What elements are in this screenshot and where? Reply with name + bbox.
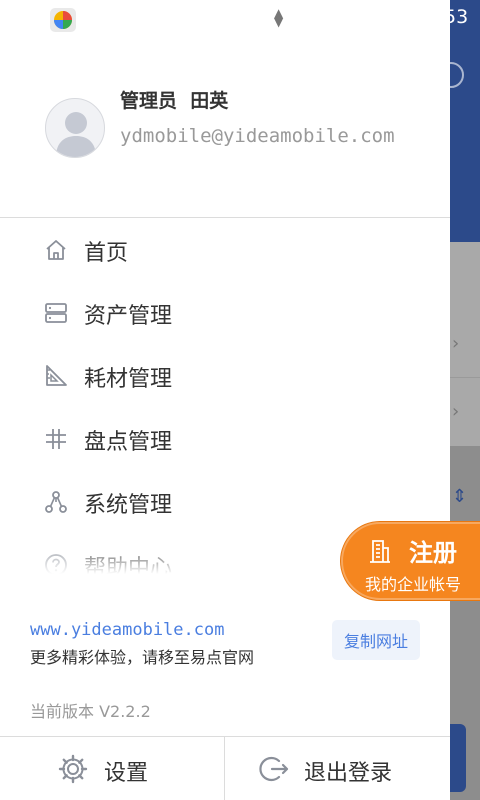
logout-button[interactable]: 退出登录 [225, 737, 450, 800]
menu-item-label: 帮助中心 [84, 556, 173, 574]
chevron-right-icon: › [452, 333, 460, 354]
chevron-right-icon: › [452, 401, 460, 422]
settings-label: 设置 [104, 761, 149, 786]
menu-item-consumables-management[interactable]: 耗材管理 [0, 346, 450, 409]
website-note: 更多精彩体验，请移至易点官网 [30, 648, 255, 667]
building-icon [370, 540, 390, 563]
data-activity-icon: ▲ ▼ [274, 6, 284, 29]
website-url[interactable]: www.yideamobile.com [30, 620, 224, 640]
user-email: ydmobile@yideamobile.com [120, 125, 395, 147]
user-silhouette-icon [56, 112, 96, 157]
menu-item-label: 系统管理 [84, 493, 173, 518]
register-enterprise-button[interactable]: 注册 我的企业帐号 [341, 522, 480, 600]
menu-item-asset-management[interactable]: 资产管理 [0, 283, 450, 346]
gear-icon [58, 754, 88, 784]
home-icon [46, 240, 66, 260]
app-notification-icon [50, 8, 76, 32]
background-button [450, 724, 466, 792]
navigation-drawer: ▲ ▼ 管理员 田英 ydmobile@yideamobile.com 首页 资… [0, 0, 450, 800]
settings-button[interactable]: 设置 [0, 737, 224, 800]
drawer-footer: 设置 退出登录 [0, 736, 450, 800]
expand-icon: ⇕ [452, 486, 468, 507]
user-profile-header: 管理员 田英 ydmobile@yideamobile.com [0, 40, 450, 218]
menu-item-label: 耗材管理 [84, 367, 173, 392]
help-icon [45, 554, 67, 574]
menu-item-label: 首页 [84, 241, 129, 266]
avatar[interactable] [45, 98, 105, 158]
register-subtitle: 我的企业帐号 [365, 575, 462, 594]
hash-icon [46, 429, 66, 449]
logout-label: 退出登录 [304, 761, 393, 786]
copy-url-button[interactable]: 复制网址 [332, 620, 420, 660]
ruler-icon [46, 365, 67, 386]
menu-item-label: 盘点管理 [84, 430, 173, 455]
server-icon [45, 303, 67, 323]
menu-item-home[interactable]: 首页 [0, 220, 450, 283]
user-name: 管理员 田英 [120, 90, 229, 112]
nodes-icon [45, 491, 67, 513]
app-version: 当前版本 V2.2.2 [30, 702, 151, 721]
register-title: 注册 [409, 539, 457, 567]
logout-icon [259, 756, 289, 782]
background-app-header [450, 0, 480, 242]
status-bar: ▲ ▼ [0, 0, 450, 40]
background-card [450, 242, 480, 378]
drawer-menu: 首页 资产管理 耗材管理 盘点管理 系统管理 帮助中心 [0, 220, 450, 574]
menu-item-label: 资产管理 [84, 304, 173, 329]
menu-item-inventory-management[interactable]: 盘点管理 [0, 409, 450, 472]
